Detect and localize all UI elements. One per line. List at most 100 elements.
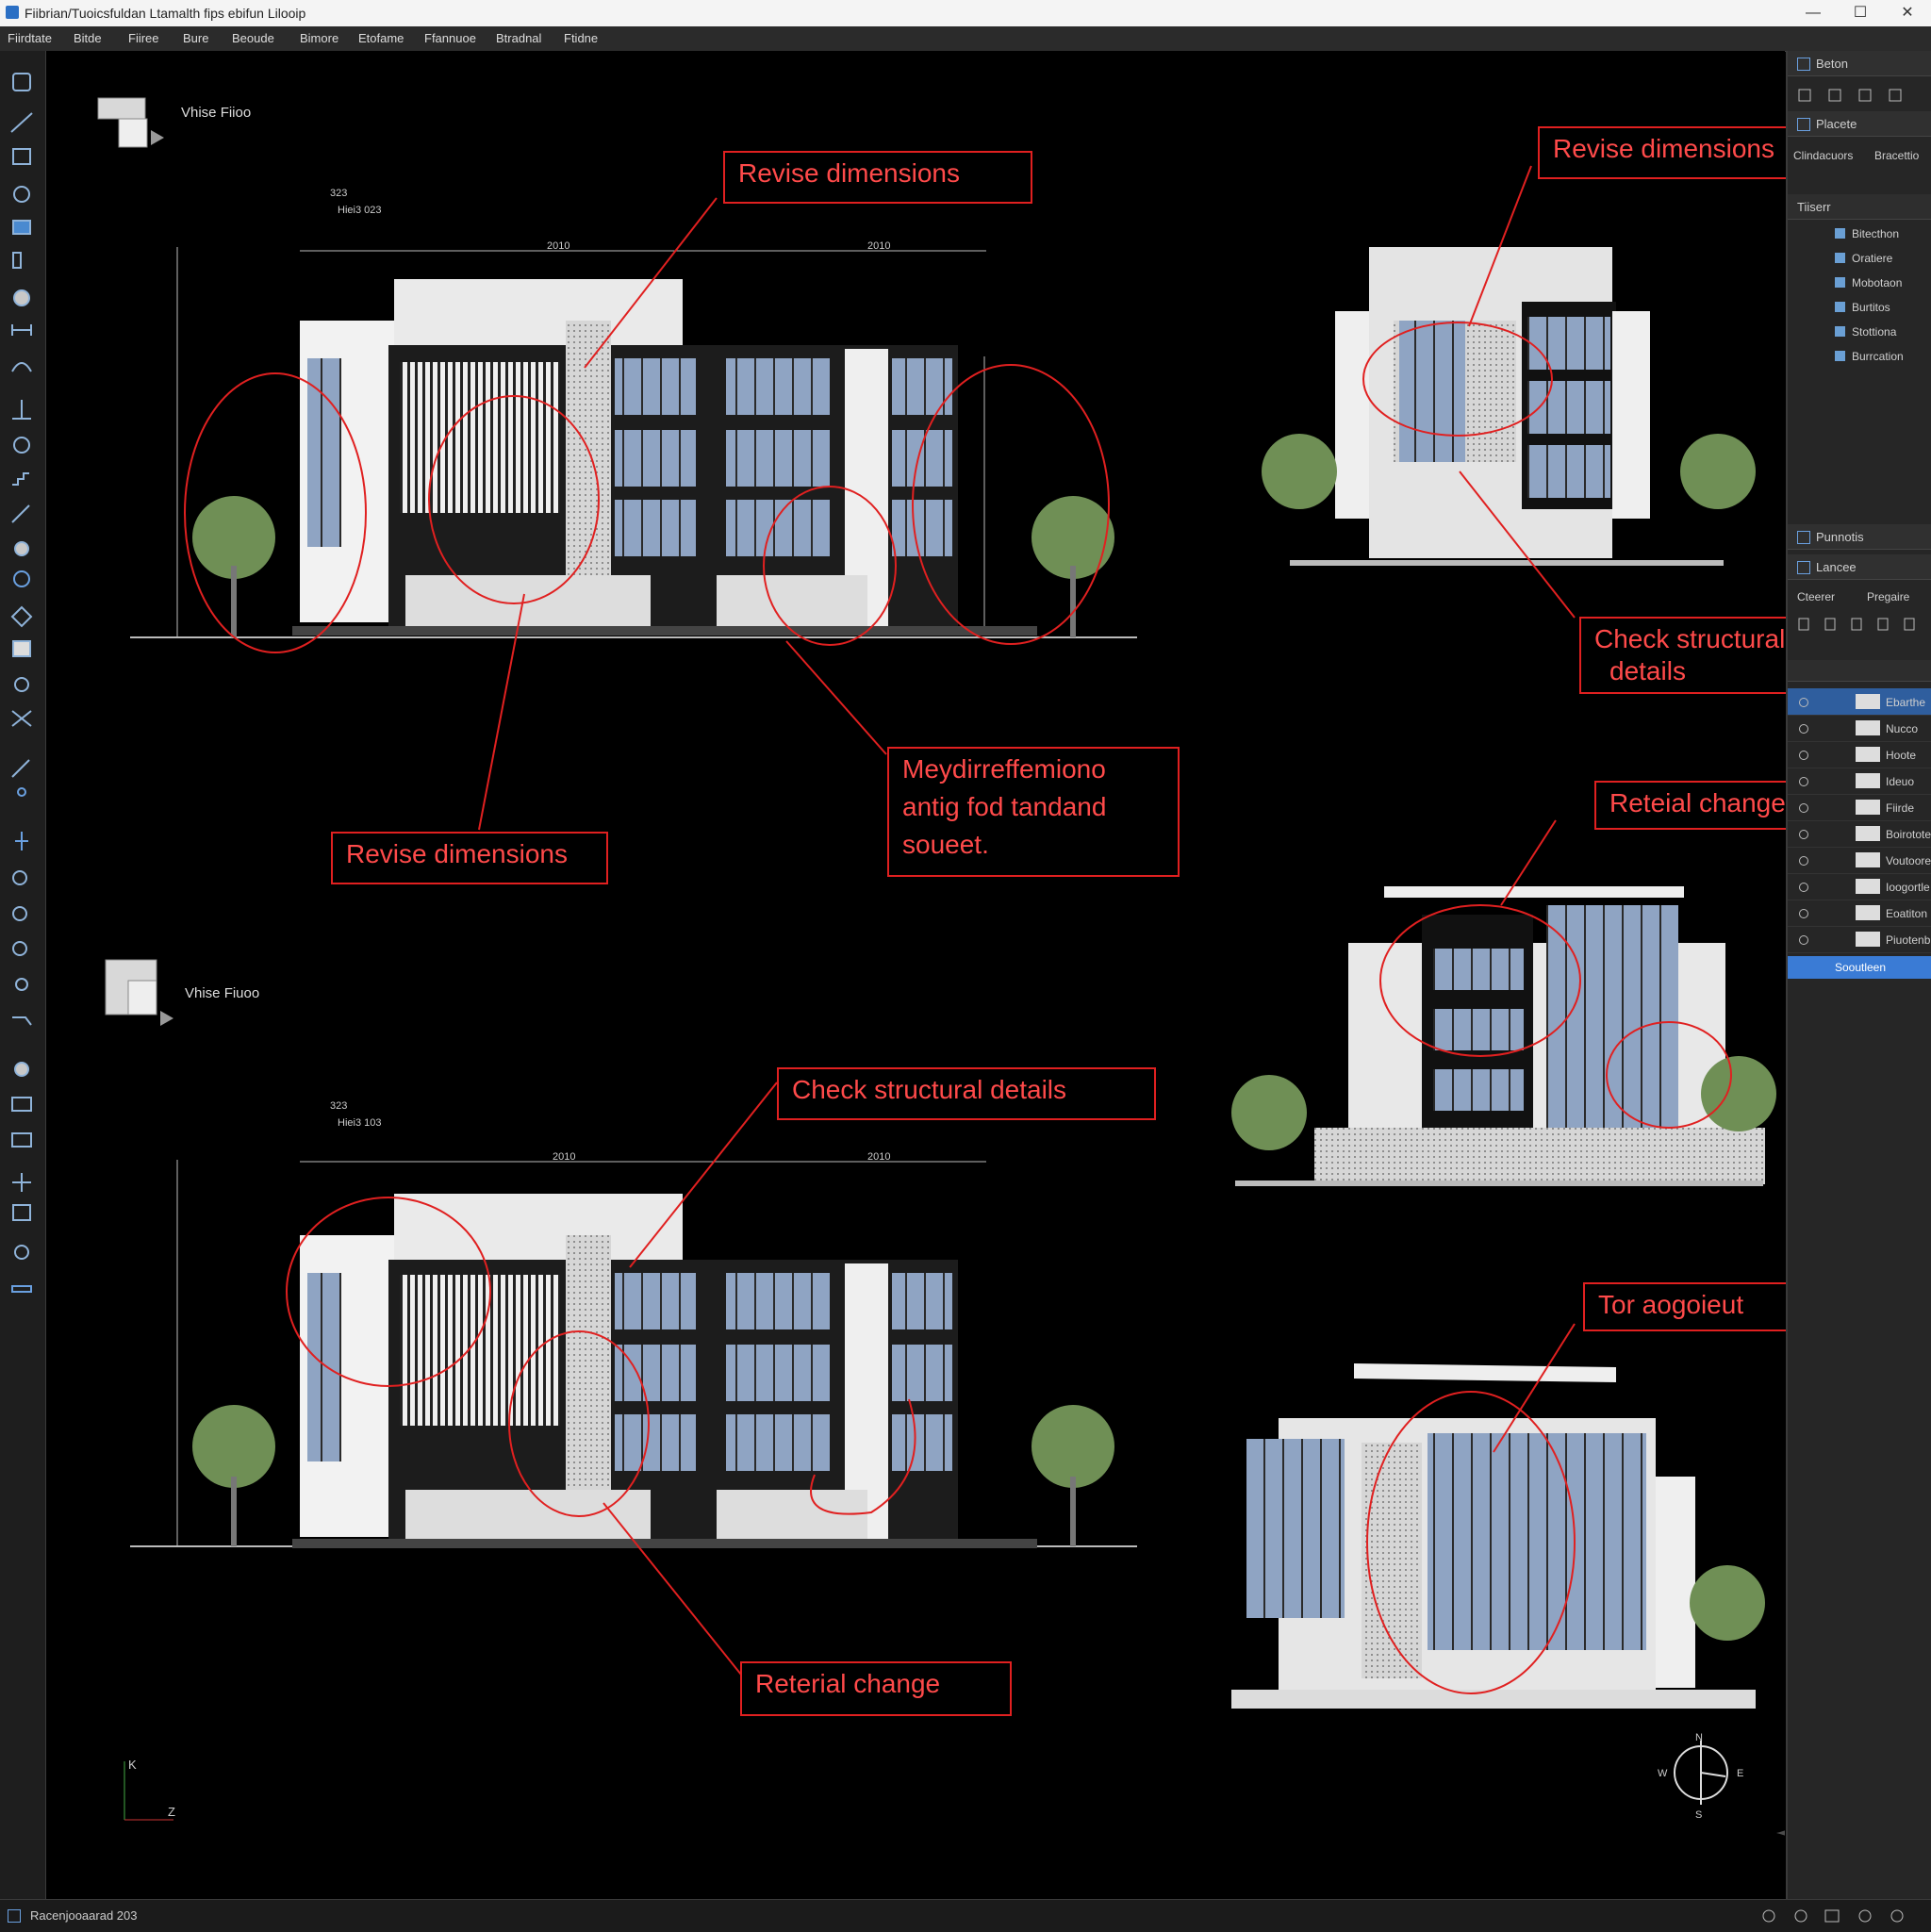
menu-item[interactable]: Bimore bbox=[300, 31, 338, 45]
eye-icon[interactable] bbox=[1799, 883, 1808, 892]
dim-label: 2010 bbox=[547, 240, 569, 252]
status-icon bbox=[8, 1909, 21, 1923]
tree-item[interactable]: Bitecthon bbox=[1788, 223, 1931, 245]
layer-name: Nucco bbox=[1886, 722, 1919, 735]
panel-header-lancee[interactable]: Lancee bbox=[1788, 554, 1931, 580]
wand-tool-icon bbox=[11, 504, 30, 523]
layer-row[interactable]: Piuotenb bbox=[1788, 926, 1931, 953]
markup-callout[interactable]: Reterial change bbox=[740, 1661, 1012, 1716]
panel-tab[interactable]: Pregaire bbox=[1867, 590, 1909, 603]
frame-tool-icon bbox=[11, 1132, 32, 1148]
tree-item[interactable]: Burrcation bbox=[1788, 345, 1931, 368]
menu-item[interactable]: Bure bbox=[183, 31, 208, 45]
menu-item[interactable]: Bitde bbox=[74, 31, 102, 45]
tree-node-icon bbox=[1835, 326, 1845, 337]
status-tray-icons[interactable] bbox=[1759, 1907, 1920, 1924]
menu-item[interactable]: Etofame bbox=[358, 31, 404, 45]
tree-node-icon bbox=[1835, 253, 1845, 263]
layer-thumbnail bbox=[1856, 694, 1880, 709]
brush-tool-icon bbox=[14, 541, 29, 556]
tree-item-label: Stottiona bbox=[1852, 325, 1897, 339]
magic-tool-icon bbox=[14, 1245, 29, 1260]
tree-item-label: Oratiere bbox=[1852, 252, 1893, 265]
layer-row[interactable]: Nucco bbox=[1788, 715, 1931, 742]
layer-row[interactable]: Ideuo bbox=[1788, 768, 1931, 795]
callout-text: Tor aogoieut bbox=[1598, 1290, 1744, 1319]
layer-row[interactable]: Boirotote bbox=[1788, 820, 1931, 848]
eye-icon[interactable] bbox=[1799, 698, 1808, 707]
menu-item[interactable]: Beoude bbox=[232, 31, 274, 45]
panel-header-punnotis[interactable]: Punnotis bbox=[1788, 524, 1931, 550]
menu-item[interactable]: Ftidne bbox=[564, 31, 598, 45]
panel-toolbar[interactable] bbox=[1797, 87, 1920, 104]
layer-row[interactable]: Hoote bbox=[1788, 741, 1931, 768]
callout-text: Meydirreffemiono bbox=[902, 754, 1106, 784]
tree-node-icon bbox=[1835, 277, 1845, 288]
folder-tool-icon bbox=[12, 220, 31, 235]
layer-toolbar[interactable] bbox=[1797, 617, 1923, 632]
layer-row[interactable]: Eoatiton bbox=[1788, 900, 1931, 927]
markup-callout[interactable]: Revise dimensions bbox=[1538, 126, 1824, 179]
panel-tab[interactable]: Bracettio bbox=[1874, 149, 1919, 162]
view-cube-top[interactable] bbox=[97, 97, 164, 148]
panel-header-placete[interactable]: Placete bbox=[1788, 111, 1931, 137]
close-button[interactable]: ✕ bbox=[1886, 0, 1929, 26]
layer-row[interactable]: Voutoore bbox=[1788, 847, 1931, 874]
layer-name: Boirotote bbox=[1886, 828, 1931, 841]
menu-item[interactable]: Fiirdtate bbox=[8, 31, 52, 45]
axis-x-label: Z bbox=[168, 1805, 175, 1819]
panel-tab[interactable]: Clindacuors bbox=[1793, 149, 1853, 162]
layer-thumbnail bbox=[1856, 720, 1880, 735]
markup-callout[interactable]: Revise dimensions bbox=[331, 832, 608, 884]
layer-name: Fiirde bbox=[1886, 801, 1915, 815]
fill-tool-icon bbox=[13, 289, 30, 306]
eye-icon[interactable] bbox=[1799, 935, 1808, 945]
panel-header-beton[interactable]: Beton bbox=[1788, 51, 1931, 76]
panel-tab[interactable]: Cteerer bbox=[1797, 590, 1835, 603]
markup-callout[interactable]: Revise dimensions bbox=[723, 151, 1032, 204]
eye-icon[interactable] bbox=[1799, 909, 1808, 918]
menu-bar: Fiirdtate Bitde Fiiree Bure Beoude Bimor… bbox=[0, 26, 1931, 52]
eye-icon[interactable] bbox=[1799, 724, 1808, 734]
eye-icon[interactable] bbox=[1799, 830, 1808, 839]
compass-w: W bbox=[1658, 1768, 1668, 1779]
tree-item[interactable]: Burtitos bbox=[1788, 296, 1931, 319]
drawing-canvas[interactable]: Vhise Fiioo 323 Hiei3 023 2010 2010 Vhis… bbox=[46, 51, 1824, 1899]
arc-tool-icon bbox=[11, 362, 32, 372]
layer-row[interactable]: Ebarthe bbox=[1788, 688, 1931, 716]
select-tool-icon bbox=[15, 832, 28, 850]
globe-tool-icon bbox=[13, 570, 30, 587]
layer-name: Piuotenb bbox=[1886, 933, 1931, 947]
maximize-button[interactable]: ☐ bbox=[1839, 0, 1882, 26]
pen-tool-icon bbox=[11, 759, 30, 778]
markup-callout[interactable]: Check structural details bbox=[777, 1067, 1156, 1120]
callout-text: antig fod tandand bbox=[902, 792, 1107, 821]
eye-icon[interactable] bbox=[1799, 856, 1808, 866]
tree-item[interactable]: Mobotaon bbox=[1788, 272, 1931, 294]
compass-icon[interactable] bbox=[1674, 1741, 1728, 1805]
layer-row[interactable]: Ioogortle bbox=[1788, 873, 1931, 900]
elevation-5 bbox=[1231, 1363, 1765, 1709]
elevation-2 bbox=[1262, 247, 1756, 566]
markup-callout[interactable]: Meydirreffemiono antig fod tandand souee… bbox=[887, 747, 1180, 877]
menu-item[interactable]: Btradnal bbox=[496, 31, 541, 45]
panel-header-label: Punnotis bbox=[1816, 530, 1864, 544]
tree-item[interactable]: Stottiona bbox=[1788, 321, 1931, 343]
layer-row[interactable]: Fiirde bbox=[1788, 794, 1931, 821]
view-cube-bottom[interactable] bbox=[105, 959, 173, 1026]
callout-text: Reteial change bbox=[1609, 788, 1786, 817]
link-tool-icon bbox=[14, 677, 29, 692]
eye-icon[interactable] bbox=[1799, 751, 1808, 760]
eye-icon[interactable] bbox=[1799, 803, 1808, 813]
tree-header: Tiiserr bbox=[1788, 194, 1931, 220]
eye-icon[interactable] bbox=[1799, 777, 1808, 786]
panel-icon bbox=[1797, 561, 1810, 574]
menu-item[interactable]: Fiiree bbox=[128, 31, 159, 45]
minimize-button[interactable]: — bbox=[1791, 0, 1835, 26]
panel-header-label: Beton bbox=[1816, 57, 1848, 71]
wall-tool-icon bbox=[12, 252, 22, 269]
dim-label: 2010 bbox=[867, 1151, 890, 1163]
menu-item[interactable]: Ffannuoe bbox=[424, 31, 476, 45]
layer-footer-button[interactable]: Sooutleen bbox=[1788, 956, 1931, 979]
tree-item[interactable]: Oratiere bbox=[1788, 247, 1931, 270]
